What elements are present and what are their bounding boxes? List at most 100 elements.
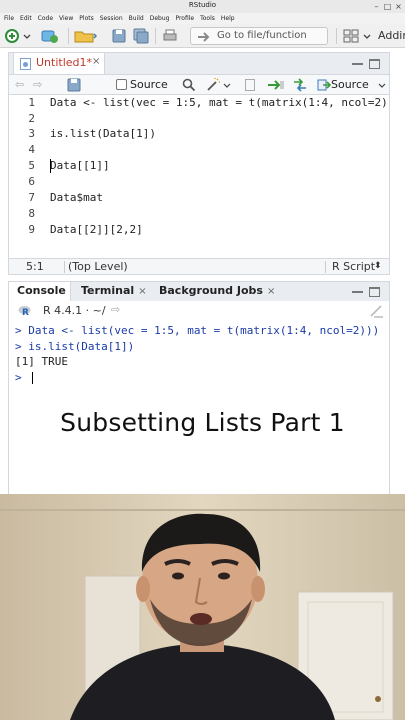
code-line: 3 is.list(Data[1]): [9, 126, 389, 142]
chevron-down-icon[interactable]: [22, 28, 32, 44]
chevron-down-icon[interactable]: [362, 28, 372, 44]
save-all-icon[interactable]: [133, 28, 149, 44]
menu-edit[interactable]: Edit: [20, 13, 32, 24]
minimize-pane-icon[interactable]: [352, 287, 363, 293]
line-code: Data[[1]]: [50, 159, 110, 172]
code-line: 4: [9, 142, 389, 158]
code-line: 1 Data <- list(vec = 1:5, mat = t(matrix…: [9, 95, 389, 111]
console-text: [1] TRUE: [15, 355, 68, 368]
print-icon[interactable]: [162, 28, 178, 44]
maximize-icon[interactable]: □: [383, 2, 392, 11]
tab-console-label: Console: [17, 284, 66, 297]
search-icon[interactable]: [182, 78, 196, 92]
tab-terminal[interactable]: Terminal ×: [81, 284, 147, 297]
maximize-pane-icon[interactable]: [369, 287, 380, 297]
close-tab-icon[interactable]: ×: [267, 286, 275, 297]
code-line: 2: [9, 111, 389, 127]
line-number: 4: [28, 143, 35, 156]
clear-console-icon[interactable]: [369, 304, 385, 318]
filetype-selector[interactable]: R Script: [332, 260, 375, 273]
code-line: 6: [9, 174, 389, 190]
console-line: > Data <- list(vec = 1:5, mat = t(matrix…: [15, 323, 379, 339]
toolbar-divider: [68, 28, 69, 44]
menu-session[interactable]: Session: [100, 13, 123, 24]
minimize-icon[interactable]: –: [372, 2, 381, 11]
tab-background-jobs-label: Background Jobs: [159, 284, 263, 297]
r-file-icon: [20, 58, 31, 70]
menu-profile[interactable]: Profile: [175, 13, 194, 24]
console-text: is.list(Data[1]): [28, 340, 135, 353]
code-line: 9 Data[[2]][2,2]: [9, 222, 389, 238]
menu-view[interactable]: View: [59, 13, 73, 24]
menu-help[interactable]: Help: [221, 13, 235, 24]
menu-tools[interactable]: Tools: [200, 13, 215, 24]
window-title: RStudio: [188, 1, 217, 9]
menu-file[interactable]: File: [4, 13, 14, 24]
goto-arrow-icon: [198, 32, 210, 42]
close-icon[interactable]: ×: [394, 2, 403, 11]
line-number: 2: [28, 112, 35, 125]
menu-code[interactable]: Code: [38, 13, 53, 24]
line-number: 8: [28, 207, 35, 220]
source-on-save-checkbox[interactable]: [116, 79, 127, 90]
line-number: 5: [28, 159, 35, 172]
line-code: Data[[2]][2,2]: [50, 223, 143, 236]
open-folder-icon[interactable]: [74, 28, 98, 44]
console-line: [1] TRUE: [15, 354, 68, 370]
text-cursor: [50, 159, 51, 173]
video-caption: Subsetting Lists Part 1: [60, 408, 345, 437]
tab-console[interactable]: Console: [9, 282, 71, 302]
tab-label: Untitled1*: [36, 56, 93, 69]
minimize-pane-icon[interactable]: [352, 59, 363, 65]
console-header: R R 4.4.1 · ~/ ⇨: [8, 301, 390, 321]
run-line-icon[interactable]: [267, 78, 285, 92]
svg-text:R: R: [22, 308, 29, 317]
menu-plots[interactable]: Plots: [79, 13, 93, 24]
console-line: >: [15, 370, 34, 386]
cursor-position: 5:1: [26, 260, 44, 273]
maximize-pane-icon[interactable]: [369, 59, 380, 69]
chevron-down-icon[interactable]: [223, 77, 231, 93]
source-run-icon[interactable]: [317, 78, 331, 92]
editor-tab-bar: Untitled1* ×: [8, 52, 390, 75]
r-version: R 4.4.1 · ~/: [43, 304, 106, 317]
scope-selector[interactable]: (Top Level): [68, 260, 128, 273]
grid-layout-icon[interactable]: [342, 28, 360, 44]
magic-wand-icon[interactable]: [205, 77, 221, 93]
save-icon[interactable]: [111, 28, 127, 44]
line-number: 1: [28, 96, 35, 109]
open-dir-icon[interactable]: ⇨: [111, 303, 120, 316]
forward-arrow-icon[interactable]: ⇨: [33, 78, 42, 91]
code-line: 8: [9, 206, 389, 222]
menu-build[interactable]: Build: [129, 13, 144, 24]
goto-file-input[interactable]: Go to file/function: [190, 27, 328, 45]
filetype-dropdown-icon[interactable]: ⬍: [374, 261, 382, 271]
editor-status-bar: 5:1 (Top Level) R Script ⬍: [8, 258, 390, 275]
main-toolbar: Go to file/function Addins: [0, 24, 405, 48]
back-arrow-icon[interactable]: ⇦: [15, 78, 24, 91]
tab-background-jobs[interactable]: Background Jobs ×: [159, 284, 275, 297]
save-icon[interactable]: [67, 78, 81, 92]
tab-untitled1[interactable]: Untitled1* ×: [13, 53, 105, 75]
line-code: is.list(Data[1]): [50, 127, 156, 140]
code-editor[interactable]: 1 Data <- list(vec = 1:5, mat = t(matrix…: [8, 95, 390, 258]
console-text: Data <- list(vec = 1:5, mat = t(matrix(1…: [28, 324, 380, 337]
new-file-icon[interactable]: [4, 28, 20, 44]
addins-menu[interactable]: Addins: [378, 29, 405, 42]
menu-debug[interactable]: Debug: [150, 13, 170, 24]
source-on-save-label: Source: [130, 78, 168, 91]
menu-bar: File Edit Code View Plots Session Build …: [0, 13, 405, 24]
webcam-video: [0, 494, 405, 720]
line-number: 9: [28, 223, 35, 236]
presenter-video-frame: [0, 494, 405, 720]
source-button[interactable]: Source: [331, 78, 369, 91]
new-project-icon[interactable]: [40, 28, 64, 44]
compile-report-icon[interactable]: [245, 79, 255, 91]
rerun-icon[interactable]: [292, 78, 308, 92]
window-titlebar: RStudio – □ ×: [0, 0, 405, 13]
close-tab-icon[interactable]: ×: [92, 56, 100, 67]
close-tab-icon[interactable]: ×: [138, 286, 146, 297]
chevron-down-icon[interactable]: [378, 77, 386, 93]
console-prompt: >: [15, 340, 22, 353]
line-number: 7: [28, 191, 35, 204]
